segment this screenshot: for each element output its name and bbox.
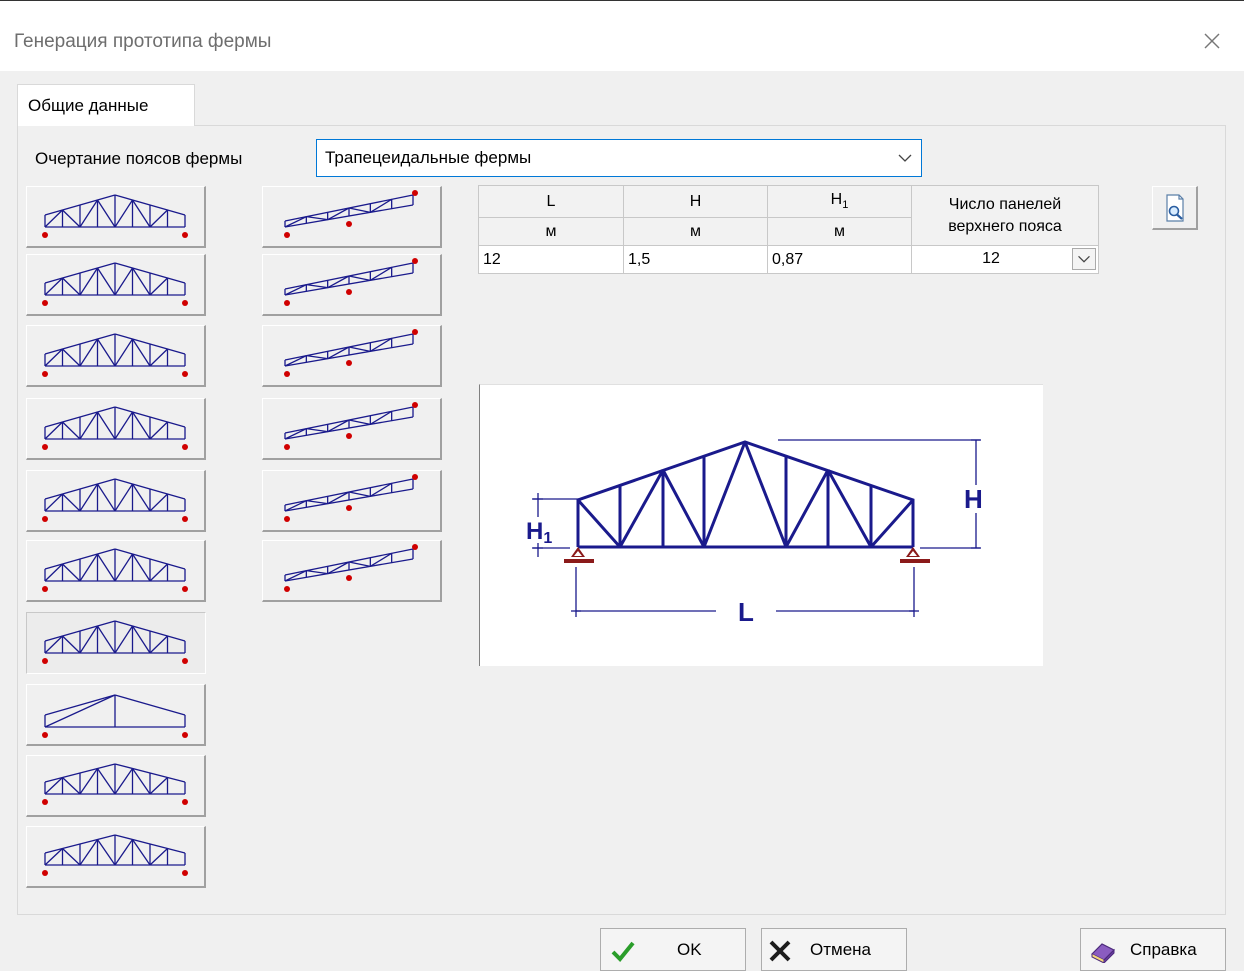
truss-icon (42, 834, 188, 876)
truss-icon (42, 694, 188, 738)
truss-icon (42, 262, 188, 306)
ok-button[interactable]: OK (600, 928, 746, 971)
params-table: L H H1 Число панелей верхнего пояса м м … (478, 185, 1099, 274)
col-header-H1: H1 (767, 185, 912, 218)
truss-diagram: H H1 L (479, 384, 1043, 666)
truss-icon (42, 478, 188, 522)
unit-H1: м (767, 217, 912, 246)
cancel-label: Отмена (810, 940, 871, 959)
tab-general-data[interactable]: Общие данные (17, 84, 195, 126)
truss-type-button-2[interactable] (26, 254, 206, 316)
truss-type-button-7[interactable] (26, 612, 206, 674)
dim-H-label: H (964, 484, 983, 514)
title-bar: Генерация прототипа фермы (0, 1, 1244, 71)
ok-label: OK (677, 940, 702, 959)
truss-icon (42, 333, 188, 377)
truss-type-button-10[interactable] (26, 826, 206, 888)
truss-type-button-mono-2[interactable] (262, 254, 442, 316)
chevron-down-icon (898, 154, 912, 162)
unit-L: м (478, 217, 624, 246)
mono-truss-icon (284, 190, 418, 238)
col-header-L: L (478, 185, 624, 218)
truss-type-button-4[interactable] (26, 398, 206, 460)
checkmark-icon (611, 941, 635, 962)
belt-shape-value: Трапецеидальные фермы (325, 148, 532, 167)
value-H1-input[interactable]: 0,87 (767, 245, 912, 274)
mono-truss-icon (284, 402, 418, 450)
mono-truss-icon (284, 258, 418, 306)
truss-diagram-drawing: H H1 L (526, 439, 983, 627)
preview-button[interactable] (1152, 186, 1198, 230)
unit-H: м (623, 217, 768, 246)
truss-type-button-mono-4[interactable] (262, 398, 442, 460)
dim-L-label: L (738, 597, 754, 627)
truss-type-button-mono-1[interactable] (262, 186, 442, 248)
close-icon[interactable] (1194, 23, 1230, 59)
magnifier-page-icon (1166, 194, 1184, 222)
panels-value: 12 (982, 250, 1000, 267)
mono-truss-icon (284, 474, 418, 522)
panels-select[interactable]: 12 (911, 245, 1099, 274)
cancel-button[interactable]: Отмена (761, 928, 907, 971)
truss-icon (42, 620, 188, 664)
col-header-H: H (623, 185, 768, 218)
truss-icon (42, 763, 188, 805)
truss-type-button-6[interactable] (26, 540, 206, 602)
truss-icon (42, 406, 188, 450)
mono-truss-icon (284, 544, 418, 592)
truss-type-button-mono-3[interactable] (262, 325, 442, 387)
value-H-input[interactable]: 1,5 (623, 245, 768, 274)
chevron-down-icon[interactable] (1072, 248, 1096, 270)
help-book-icon (1090, 943, 1116, 963)
cross-icon (769, 940, 791, 962)
window-title: Генерация прототипа фермы (14, 31, 272, 52)
truss-type-button-mono-5[interactable] (262, 470, 442, 532)
tab-general-data-label: Общие данные (28, 96, 149, 115)
truss-type-button-9[interactable] (26, 755, 206, 817)
belt-shape-select[interactable]: Трапецеидальные фермы (316, 139, 922, 177)
truss-type-button-3[interactable] (26, 325, 206, 387)
truss-type-button-8[interactable] (26, 684, 206, 746)
value-L-input[interactable]: 12 (478, 245, 624, 274)
col-header-panels: Число панелей верхнего пояса (911, 185, 1099, 246)
help-label: Справка (1130, 940, 1197, 959)
truss-type-button-5[interactable] (26, 470, 206, 532)
help-button[interactable]: Справка (1080, 928, 1226, 971)
truss-icon (42, 194, 188, 238)
truss-icon (42, 548, 188, 592)
mono-truss-icon (284, 329, 418, 377)
truss-type-button-mono-6[interactable] (262, 540, 442, 602)
belt-shape-label: Очертание поясов фермы (35, 149, 243, 168)
truss-type-button-1[interactable] (26, 186, 206, 248)
dim-H1-label: H1 (526, 518, 552, 547)
